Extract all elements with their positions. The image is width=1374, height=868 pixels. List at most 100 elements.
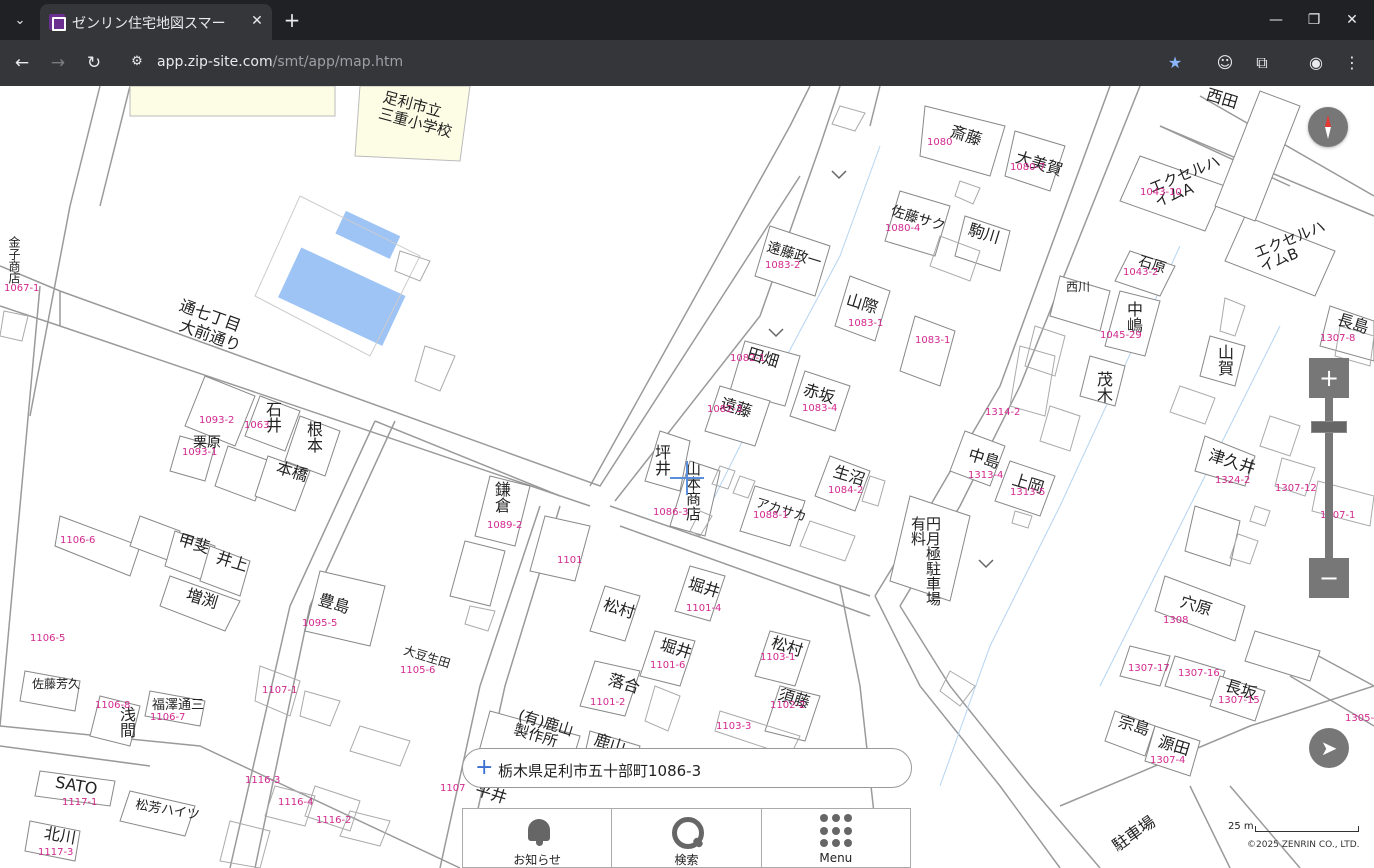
bookmark-star-icon[interactable]: ★: [1163, 51, 1187, 75]
grid-menu-icon: [819, 814, 854, 848]
address-box[interactable]: + 栃木県足利市五十部町1086-3: [462, 748, 912, 788]
zoom-in-button[interactable]: +: [1309, 358, 1349, 398]
parcel-number: 1314-2: [985, 407, 1021, 418]
parcel-number: 1083-1: [915, 335, 951, 346]
parcel-number: 1043-2: [1123, 267, 1159, 278]
parcel-number: 1083-2: [765, 260, 801, 271]
minimize-icon[interactable]: —: [1266, 10, 1286, 30]
extension-avatar-icon[interactable]: ☺: [1213, 51, 1237, 75]
url-text[interactable]: app.zip-site.com/smt/app/map.htm: [157, 54, 403, 70]
parcel-number: 1324-2: [1215, 475, 1251, 486]
browser-menu-icon[interactable]: ⋮: [1340, 51, 1364, 75]
parcel-number: 1106-7: [150, 712, 186, 723]
parcel-number: 1083-4: [802, 403, 838, 414]
parcel-number: 1102-2: [770, 700, 806, 711]
parcel-number: 1101: [557, 555, 583, 566]
new-tab-icon[interactable]: +: [281, 9, 303, 31]
map-label: 福澤通三: [152, 698, 205, 713]
zoom-out-button[interactable]: −: [1309, 558, 1349, 598]
plus-icon[interactable]: +: [475, 755, 493, 781]
parcel-number: 1106-5: [30, 633, 66, 644]
parcel-number: 1080-4: [885, 223, 921, 234]
crosshair-icon: [686, 461, 688, 495]
map-label: 山賀: [1215, 344, 1234, 376]
parcel-number: 1080: [927, 137, 953, 148]
parcel-number: 1307-4: [1150, 755, 1186, 766]
copyright-text: ©2025 ZENRIN CO., LTD.: [1247, 840, 1360, 850]
parcel-number: 1093-2: [199, 415, 235, 426]
browser-tab[interactable]: ゼンリン住宅地図スマー ✕: [40, 4, 272, 40]
address-text: 栃木県足利市五十部町1086-3: [498, 762, 702, 780]
site-info-icon[interactable]: ⚙: [128, 54, 146, 72]
parcel-number: 1067-1: [4, 283, 40, 294]
profile-icon[interactable]: ◉: [1304, 51, 1328, 75]
parcel-number: 1103-1: [760, 652, 796, 663]
parcel-number: 1313-5: [1010, 487, 1046, 498]
current-location-button[interactable]: ➤: [1309, 728, 1349, 768]
extensions-puzzle-icon[interactable]: ⧉: [1250, 51, 1274, 75]
parcel-number: 1307-16: [1178, 668, 1220, 679]
tab-close-icon[interactable]: ✕: [247, 11, 267, 31]
tab-title: ゼンリン住宅地図スマー: [72, 16, 226, 32]
parcel-number: 1095-5: [302, 618, 338, 629]
parcel-number: 1082-1: [730, 353, 766, 364]
parcel-number: 1082-3: [707, 404, 743, 415]
map-label: 坪井: [652, 444, 671, 476]
bottom-menu: お知らせ 検索 Menu: [462, 808, 911, 868]
back-icon[interactable]: ←: [10, 51, 34, 75]
parcel-number: 1101-4: [686, 603, 722, 614]
parcel-number: 1117-3: [38, 847, 74, 858]
parcel-number: 1116-2: [316, 815, 352, 826]
map-label: 鎌倉: [492, 481, 511, 513]
map-label: 茂木: [1094, 371, 1113, 403]
zoom-slider-thumb[interactable]: [1311, 420, 1347, 433]
parcel-number: 1307-8: [1320, 333, 1356, 344]
parcel-number: 1107: [440, 783, 466, 794]
address-bar[interactable]: ⚙ app.zip-site.com/smt/app/map.htm: [118, 45, 1203, 81]
restore-icon[interactable]: ❐: [1304, 10, 1324, 30]
parcel-number: 1116-3: [245, 775, 281, 786]
search-icon: [670, 815, 705, 849]
parcel-number: 1045-29: [1100, 330, 1142, 341]
parcel-number: 1103-3: [716, 721, 752, 732]
parcel-number: 1101-2: [590, 697, 626, 708]
search-button[interactable]: 検索: [612, 809, 762, 867]
navigation-arrow-icon: ➤: [1320, 736, 1338, 760]
parcel-number: 1307-15: [1218, 695, 1260, 706]
parcel-number: 1088-1: [753, 510, 789, 521]
notifications-button[interactable]: お知らせ: [463, 809, 613, 867]
parcel-number: 1106-6: [60, 535, 96, 546]
favicon-icon: [49, 14, 66, 31]
menu-label: お知らせ: [513, 853, 562, 867]
parcel-number: 1313-4: [968, 470, 1004, 481]
parcel-number: 1043-10: [1140, 187, 1182, 198]
parcel-number: 1307-12: [1275, 483, 1317, 494]
compass-icon[interactable]: [1308, 107, 1348, 147]
parcel-number: 1080-7: [1010, 162, 1046, 173]
map-label: 西川: [1066, 280, 1091, 294]
map-label: 中嶋: [1124, 301, 1143, 333]
map-canvas[interactable]: 足利市立 三重小学校 通七丁目 大前通り 斎藤 大美賀 佐藤サク 駒川 遠藤政一…: [0, 86, 1374, 868]
parcel-number: 1117-1: [62, 797, 98, 808]
parcel-number: 1101-6: [650, 660, 686, 671]
parcel-number: 1084-2: [828, 485, 864, 496]
map-label: 円月極駐車場有料: [909, 516, 942, 606]
parcel-number: 1307-17: [1128, 663, 1170, 674]
close-window-icon[interactable]: ✕: [1342, 10, 1362, 30]
forward-icon[interactable]: →: [46, 51, 70, 75]
parcel-number: 1105-6: [400, 665, 436, 676]
scale-bar: [1255, 826, 1359, 832]
parcel-number: 1063: [244, 420, 270, 431]
menu-label: 検索: [674, 853, 699, 867]
reload-icon[interactable]: ↻: [82, 51, 106, 75]
parcel-number: 1106-8: [95, 700, 131, 711]
map-label: 金子商店: [7, 236, 21, 284]
tab-search-icon[interactable]: ⌄: [6, 7, 34, 33]
parcel-number: 1308: [1163, 615, 1189, 626]
parcel-number: 1116-4: [278, 797, 314, 808]
menu-button[interactable]: Menu: [762, 809, 910, 867]
parcel-number: 1086-3: [653, 507, 689, 518]
browser-toolbar: ← → ↻ ⚙ app.zip-site.com/smt/app/map.htm…: [0, 40, 1374, 86]
parcel-number: 1093-1: [182, 447, 218, 458]
map-label: 根本: [304, 421, 323, 453]
